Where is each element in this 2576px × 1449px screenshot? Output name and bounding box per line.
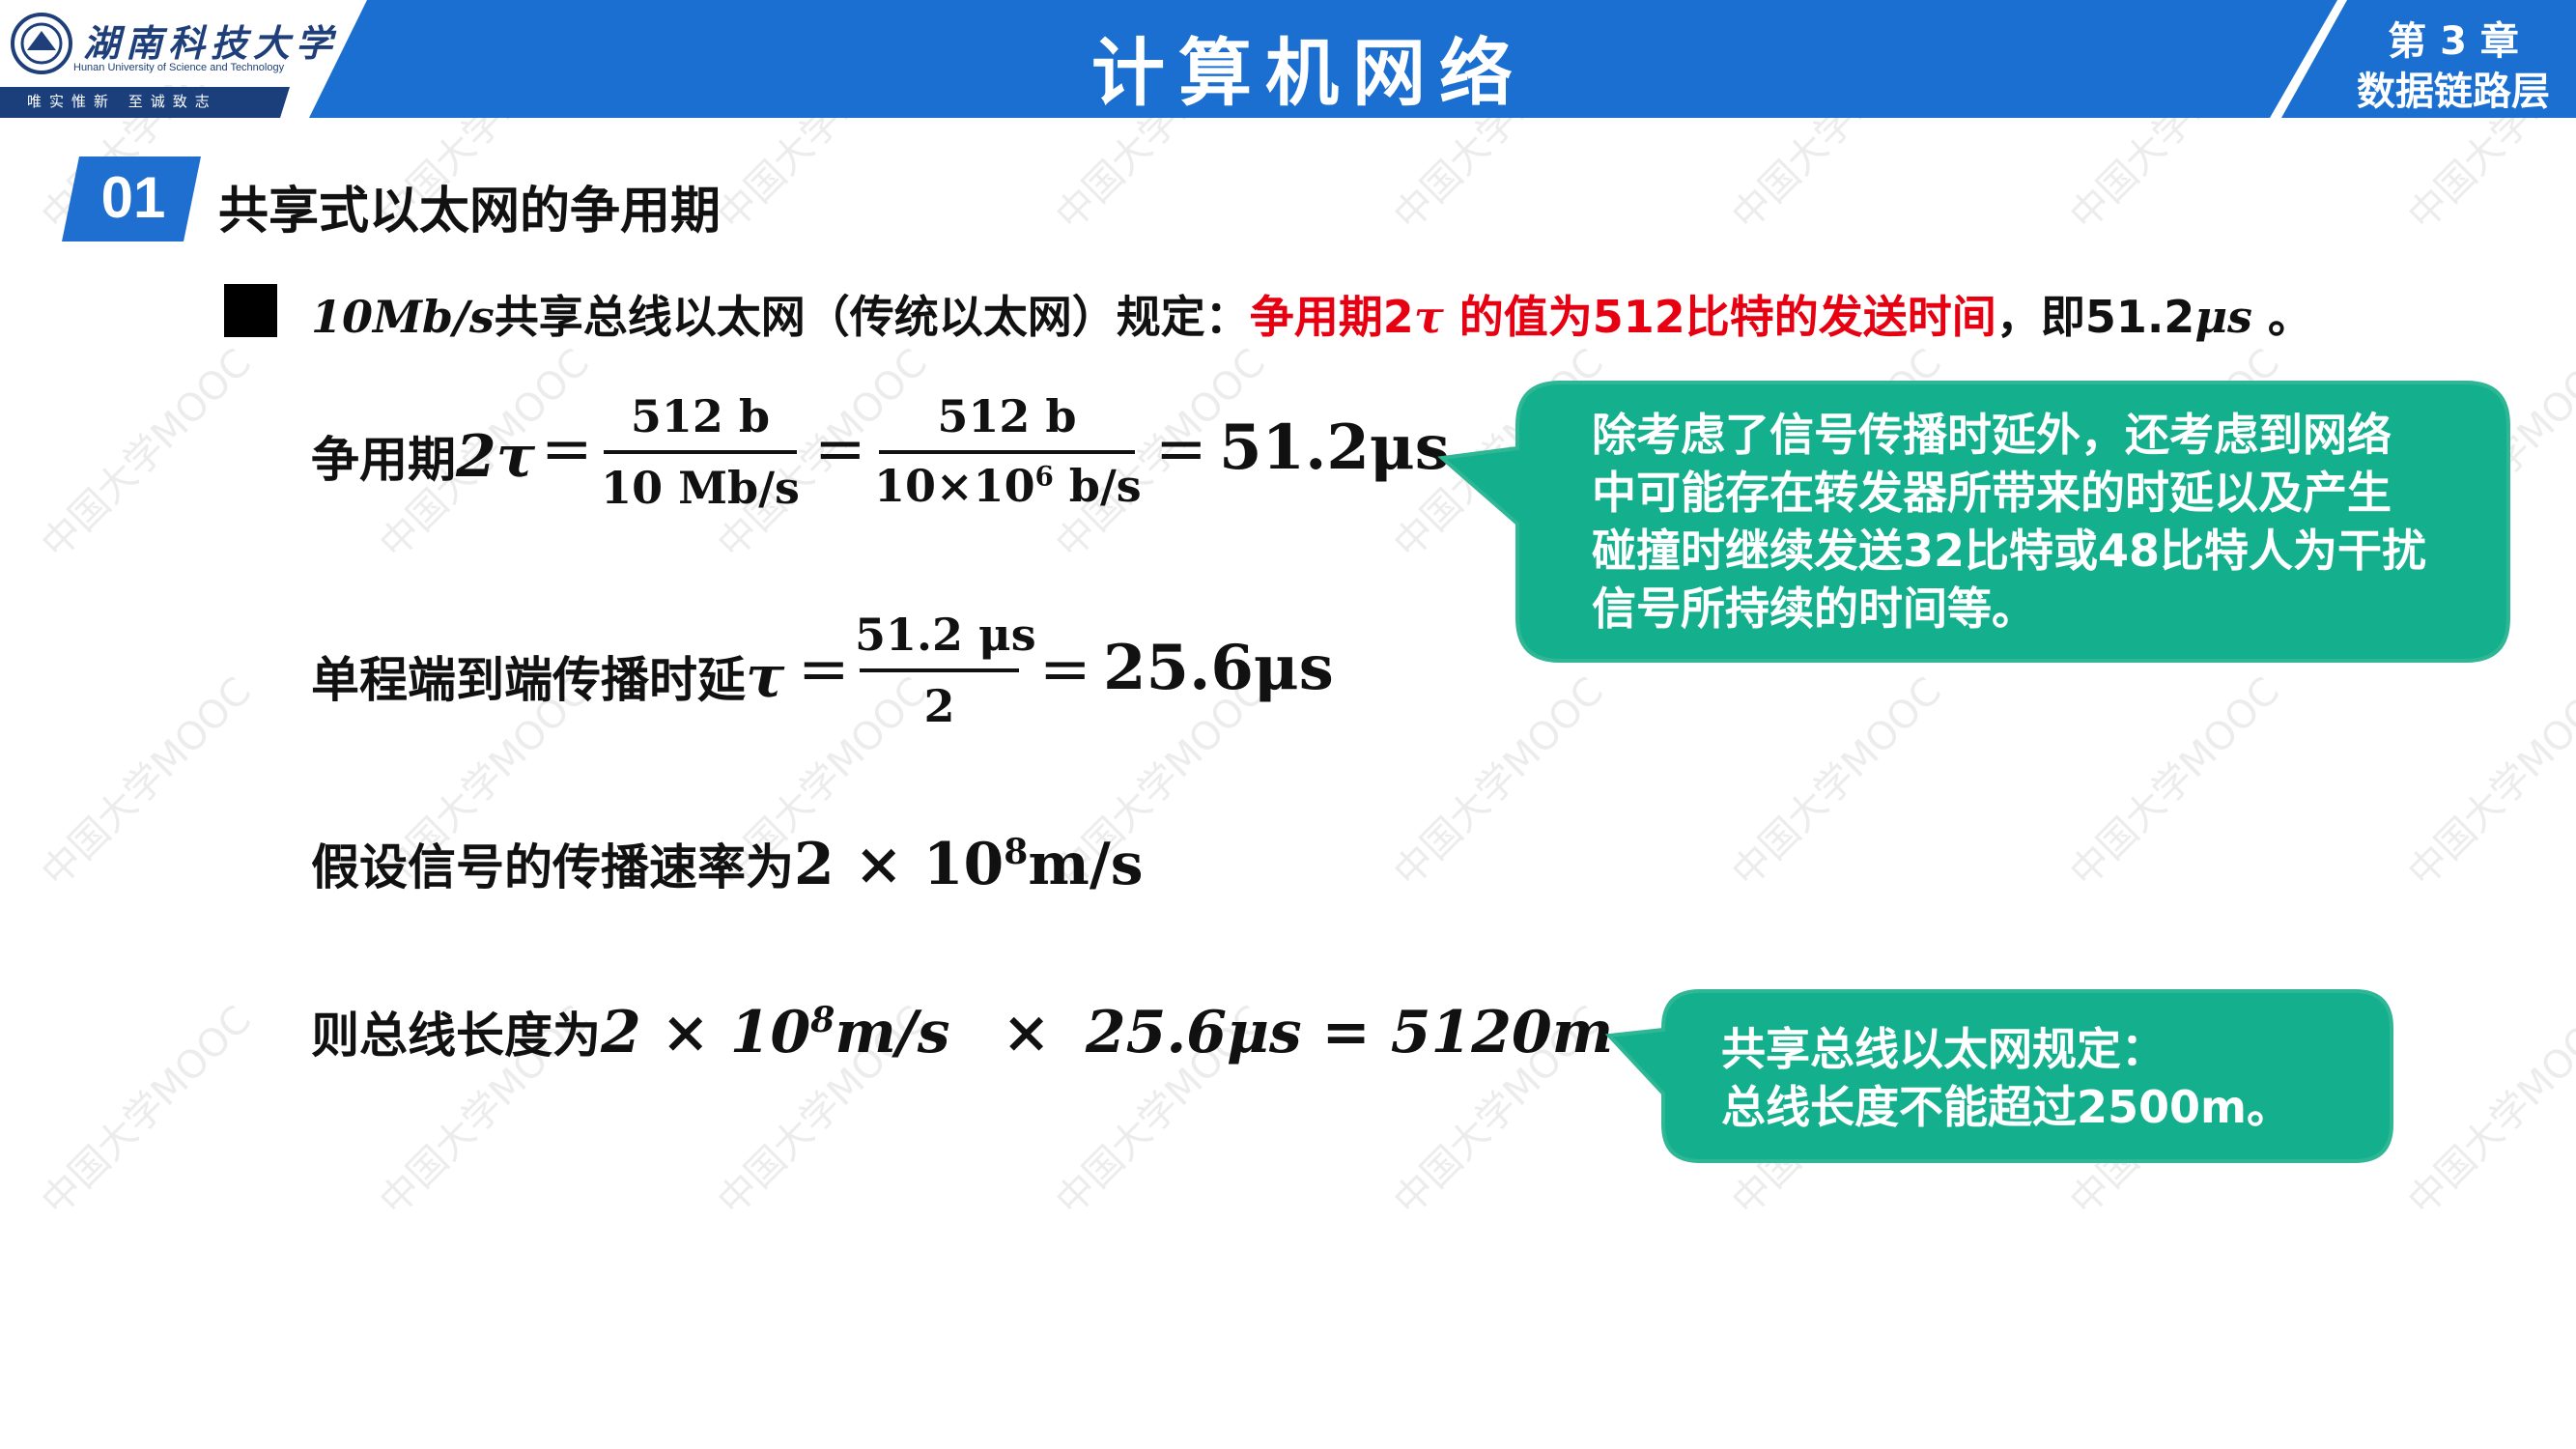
eq1-lhs: 2τ [456, 423, 536, 491]
chapter-name: 数据链路层 [2357, 70, 2550, 114]
eq4-value-a: 2 × 108m/s [601, 999, 950, 1066]
eq2-label: 单程端到端传播时延τ [311, 643, 785, 711]
eq1-frac2-den: 10×106 b/s [874, 460, 1142, 512]
eq2-frac-num: 51.2 μs [855, 609, 1036, 661]
watermark-text: 中国大学MOOC [2400, 669, 2576, 895]
bullet-suffix-unit: μs [2194, 291, 2252, 343]
callout-2-text: 共享总线以太网规定： 总线长度不能超过2500m。 [1721, 1023, 2291, 1133]
bullet-prefix-math: 10Mb/s [311, 291, 495, 343]
slide: 中国大学MOOC 中国大学MOOC 中国大学MOOC 中国大学MOOC 中国大学MOOC… [0, 0, 2576, 1449]
watermark-text: 中国大学MOOC [2062, 669, 2288, 895]
eq4-times: × [1002, 999, 1051, 1066]
bullet-statement: 10Mb/s共享总线以太网（传统以太网）规定：争用期2τ 的值为512比特的发送… [311, 282, 2312, 346]
eq4-value-c: 25.6μs = 5120m [1085, 999, 1614, 1066]
eq2-frac-den: 2 [923, 680, 955, 732]
eq1-frac2-line [879, 450, 1135, 454]
eq1-frac1-den: 10 Mb/s [601, 462, 800, 514]
watermark-text: 中国大学MOOC [1724, 669, 1950, 895]
eq2-lhs: τ [746, 643, 785, 711]
watermark-text: 中国大学MOOC [34, 669, 260, 895]
watermark-text: 中国大学MOOC [2400, 998, 2576, 1224]
section-number: 01 [100, 165, 166, 230]
callout-1-text: 除考虑了信号传播时延外，还考虑到网络 中可能存在转发器所带来的时延以及产生 碰撞… [1592, 409, 2427, 635]
course-title: 计算机网络 [1091, 30, 1526, 116]
watermark-text: 中国大学MOOC [1386, 669, 1612, 895]
bullet-end: 。 [2251, 291, 2312, 343]
eq1-equals-3: = [1155, 413, 1207, 485]
eq1-equals-1: = [541, 413, 593, 485]
bullet-highlight-b: 的值为512比特的发送时间 [1443, 291, 1996, 343]
university-motto: 唯实惟新 至诚致志 [27, 93, 217, 110]
eq1-frac1-line [604, 450, 797, 454]
university-emblem-icon [11, 13, 72, 74]
bullet-suffix-text: ，即51.2 [1996, 291, 2195, 343]
watermark-text: 中国大学MOOC [34, 998, 260, 1224]
eq2-result: 25.6μs [1103, 632, 1334, 704]
eq2-equals-1: = [798, 634, 850, 705]
university-logo-area: 湖南科技大学 Hunan University of Science and T… [0, 0, 367, 118]
eq1-label: 争用期2τ [311, 423, 536, 491]
eq4-label: 则总线长度为2 × 108m/s × 25.6μs = 5120m [311, 999, 1614, 1066]
university-name-cn: 湖南科技大学 [83, 21, 339, 65]
watermark-text: 中国大学MOOC [34, 341, 260, 567]
section-title: 共享式以太网的争用期 [218, 183, 722, 241]
bullet-highlight-a: 争用期2 [1249, 291, 1414, 343]
eq1-frac2-num: 512 b [937, 390, 1077, 442]
chapter-number: 第 3 章 [2388, 19, 2519, 64]
eq1-frac1-num: 512 b [630, 390, 771, 442]
bullet-highlight-tau: τ [1413, 291, 1444, 343]
eq1-result: 51.2μs [1219, 412, 1450, 484]
university-name-en: Hunan University of Science and Technolo… [73, 62, 285, 73]
eq2-frac-line [860, 668, 1019, 672]
bullet-prefix-text: 共享总线以太网（传统以太网）规定： [494, 291, 1250, 343]
eq2-equals-2: = [1039, 634, 1091, 705]
eq3-value: 2 × 108m/s [794, 831, 1144, 898]
eq1-equals-2: = [814, 413, 866, 485]
bullet-square-icon [224, 284, 277, 337]
eq3-label: 假设信号的传播速率为2 × 108m/s [311, 831, 1144, 898]
